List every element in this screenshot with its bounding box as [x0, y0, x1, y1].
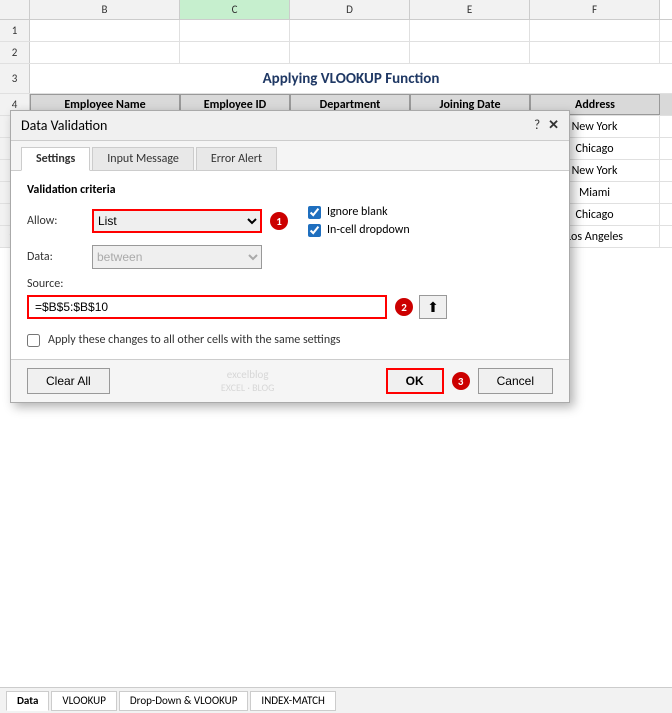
row-num-3: 3	[0, 64, 30, 93]
source-section: Source: 2 ⬆	[27, 277, 553, 319]
tab-settings[interactable]: Settings	[21, 147, 90, 171]
row-num-2: 2	[0, 42, 30, 63]
row-1: 1	[0, 20, 672, 42]
allow-select-wrap: List 1	[92, 209, 288, 233]
data-select[interactable]: between	[92, 245, 262, 269]
row-num-1: 1	[0, 20, 30, 41]
cell-b1[interactable]	[30, 20, 180, 41]
sheet-tab-dropdown-vlookup[interactable]: Drop-Down & VLOOKUP	[119, 691, 249, 711]
source-input[interactable]	[27, 295, 387, 319]
ignore-blank-checkbox[interactable]	[308, 206, 321, 219]
source-upload-button[interactable]: ⬆	[419, 295, 447, 319]
badge-3: 3	[452, 372, 470, 390]
col-header-b: B	[30, 0, 180, 19]
col-header-a	[0, 0, 30, 19]
ok-button[interactable]: OK	[386, 368, 444, 394]
allow-select[interactable]: List	[92, 209, 262, 233]
cell-d2[interactable]	[290, 42, 410, 63]
col-header-c: C	[180, 0, 290, 19]
in-cell-dropdown-row: In-cell dropdown	[308, 223, 410, 237]
apply-all-checkbox[interactable]	[27, 334, 40, 347]
sheet-tab-index-match[interactable]: INDEX-MATCH	[250, 691, 335, 711]
allow-row: Allow: List 1 Ignore blank In-cell dropd…	[27, 205, 553, 237]
column-headers: B C D E F	[0, 0, 672, 20]
spreadsheet-title: Applying VLOOKUP Function	[30, 64, 672, 93]
col-header-f: F	[530, 0, 660, 19]
upload-icon: ⬆	[427, 299, 439, 316]
cell-f1[interactable]	[530, 20, 660, 41]
ignore-blank-label: Ignore blank	[327, 205, 388, 219]
tab-input-message[interactable]: Input Message	[92, 147, 194, 170]
cell-f2[interactable]	[530, 42, 660, 63]
sheet-tab-data[interactable]: Data	[6, 691, 49, 711]
allow-label: Allow:	[27, 214, 82, 228]
sheet-tab-vlookup[interactable]: VLOOKUP	[51, 691, 117, 711]
dialog-title: Data Validation	[21, 117, 107, 134]
dialog-titlebar: Data Validation ? ✕	[11, 111, 569, 141]
source-input-wrap: 2	[27, 295, 413, 319]
col-header-e: E	[410, 0, 530, 19]
row-3-title: 3 Applying VLOOKUP Function	[0, 64, 672, 94]
footer-left: Clear All	[27, 368, 110, 394]
cancel-button[interactable]: Cancel	[478, 368, 553, 394]
checkbox-group: Ignore blank In-cell dropdown	[308, 205, 410, 237]
clear-all-button[interactable]: Clear All	[27, 368, 110, 394]
dialog-body: Validation criteria Allow: List 1 Ignore…	[11, 171, 569, 359]
dialog-tabs: Settings Input Message Error Alert	[11, 141, 569, 171]
in-cell-dropdown-label: In-cell dropdown	[327, 223, 410, 237]
close-icon[interactable]: ✕	[548, 118, 559, 133]
apply-label: Apply these changes to all other cells w…	[48, 333, 340, 347]
watermark: excelblog EXCEL · BLOG	[110, 368, 386, 394]
dialog-footer: Clear All excelblog EXCEL · BLOG OK 3 Ca…	[11, 359, 569, 402]
cell-b2[interactable]	[30, 42, 180, 63]
row-2: 2	[0, 42, 672, 64]
badge-2: 2	[395, 298, 413, 316]
cell-c1[interactable]	[180, 20, 290, 41]
apply-row: Apply these changes to all other cells w…	[27, 333, 553, 347]
source-label: Source:	[27, 277, 553, 291]
ignore-blank-row: Ignore blank	[308, 205, 410, 219]
cell-c2[interactable]	[180, 42, 290, 63]
help-icon[interactable]: ?	[534, 118, 540, 133]
source-input-row: 2 ⬆	[27, 295, 553, 319]
col-header-d: D	[290, 0, 410, 19]
sheet-tab-bar: Data VLOOKUP Drop-Down & VLOOKUP INDEX-M…	[0, 687, 672, 713]
section-validation-criteria: Validation criteria	[27, 183, 553, 197]
data-label: Data:	[27, 250, 82, 264]
cell-e1[interactable]	[410, 20, 530, 41]
footer-right: OK 3 Cancel	[386, 368, 553, 394]
data-validation-dialog: Data Validation ? ✕ Settings Input Messa…	[10, 110, 570, 403]
cell-e2[interactable]	[410, 42, 530, 63]
data-row: Data: between	[27, 245, 553, 269]
ok-wrap: OK 3	[386, 368, 470, 394]
in-cell-dropdown-checkbox[interactable]	[308, 224, 321, 237]
tab-error-alert[interactable]: Error Alert	[196, 147, 277, 170]
cell-d1[interactable]	[290, 20, 410, 41]
dialog-controls: ? ✕	[534, 118, 559, 133]
badge-1: 1	[270, 212, 288, 230]
